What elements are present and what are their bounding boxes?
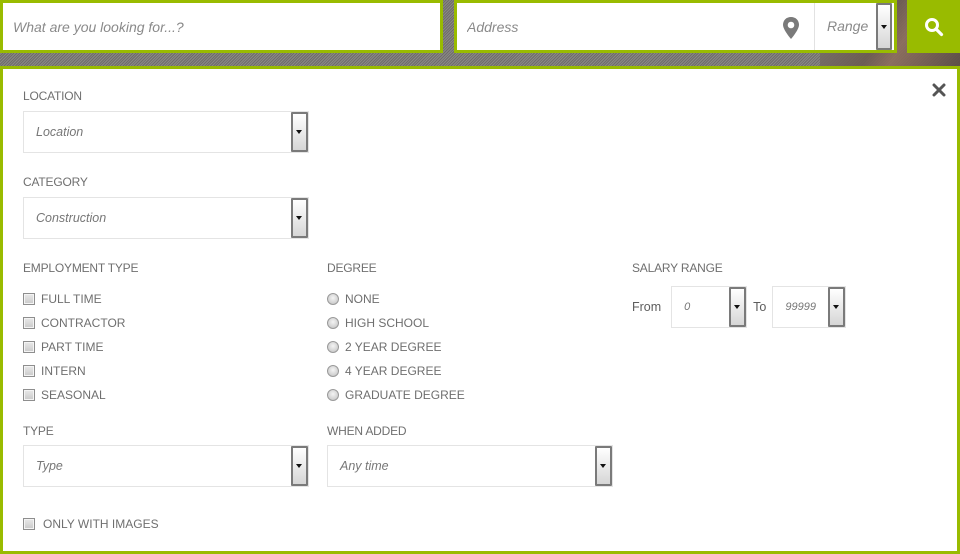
only-with-images-checkbox[interactable] — [23, 518, 35, 530]
checkbox[interactable] — [23, 389, 35, 401]
option-label: GRADUATE DEGREE — [345, 388, 465, 402]
degree-list: NONE HIGH SCHOOL 2 YEAR DEGREE 4 YEAR DE… — [327, 287, 465, 407]
radio-button[interactable] — [327, 293, 339, 305]
employment-option-contractor[interactable]: CONTRACTOR — [23, 311, 125, 335]
range-select-value: Range — [827, 18, 869, 34]
option-label: PART TIME — [41, 340, 104, 354]
degree-option-2-year[interactable]: 2 YEAR DEGREE — [327, 335, 465, 359]
map-pin-icon[interactable] — [782, 17, 800, 39]
location-select-value: Location — [36, 125, 84, 139]
employment-type-label: EMPLOYMENT TYPE — [23, 261, 139, 275]
employment-option-intern[interactable]: INTERN — [23, 359, 125, 383]
only-with-images-option[interactable]: ONLY WITH IMAGES — [23, 512, 159, 536]
address-input-wrapper[interactable] — [457, 3, 814, 50]
address-input[interactable] — [457, 3, 814, 50]
keyword-search-field[interactable] — [0, 0, 443, 53]
option-label: FULL TIME — [41, 292, 102, 306]
option-label: HIGH SCHOOL — [345, 316, 430, 330]
option-label: CONTRACTOR — [41, 316, 126, 330]
search-icon — [924, 17, 943, 36]
salary-from-select[interactable]: 0 — [671, 286, 748, 328]
option-label: 4 YEAR DEGREE — [345, 364, 442, 378]
type-select-value: Type — [36, 459, 63, 473]
salary-from-dropdown-button[interactable] — [729, 287, 747, 327]
degree-option-none[interactable]: NONE — [327, 287, 465, 311]
only-with-images-label: ONLY WITH IMAGES — [43, 517, 159, 531]
salary-to-label: To — [753, 300, 767, 314]
category-dropdown-button[interactable] — [291, 198, 308, 238]
type-select[interactable]: Type — [23, 445, 309, 487]
radio-button[interactable] — [327, 389, 339, 401]
employment-option-full-time[interactable]: FULL TIME — [23, 287, 125, 311]
salary-to-value: 99999 — [785, 301, 816, 313]
salary-to-select[interactable]: 99999 — [772, 286, 847, 328]
option-label: NONE — [345, 292, 380, 306]
type-dropdown-button[interactable] — [291, 446, 308, 486]
degree-label: DEGREE — [327, 261, 377, 275]
checkbox[interactable] — [23, 365, 35, 377]
salary-to-dropdown-button[interactable] — [828, 287, 846, 327]
degree-option-4-year[interactable]: 4 YEAR DEGREE — [327, 359, 465, 383]
location-dropdown-button[interactable] — [291, 112, 308, 152]
when-added-label: WHEN ADDED — [327, 424, 407, 438]
salary-from-label: From — [632, 300, 662, 314]
radio-button[interactable] — [327, 341, 339, 353]
when-added-select-value: Any time — [340, 459, 389, 473]
employment-option-seasonal[interactable]: SEASONAL — [23, 383, 125, 407]
radio-button[interactable] — [327, 365, 339, 377]
salary-from-value: 0 — [684, 301, 691, 313]
option-label: INTERN — [41, 364, 86, 378]
checkbox[interactable] — [23, 293, 35, 305]
search-bar: Range — [0, 0, 960, 66]
checkbox[interactable] — [23, 341, 35, 353]
when-added-dropdown-button[interactable] — [595, 446, 612, 486]
location-label: LOCATION — [23, 89, 82, 103]
location-select[interactable]: Location — [23, 111, 309, 153]
type-label: TYPE — [23, 424, 54, 438]
degree-option-graduate[interactable]: GRADUATE DEGREE — [327, 383, 465, 407]
close-icon[interactable] — [932, 83, 946, 97]
radio-button[interactable] — [327, 317, 339, 329]
salary-range-label: SALARY RANGE — [632, 261, 723, 275]
option-label: SEASONAL — [41, 388, 106, 402]
when-added-select[interactable]: Any time — [327, 445, 613, 487]
range-dropdown-button[interactable] — [876, 3, 892, 50]
keyword-search-input[interactable] — [3, 3, 440, 50]
category-select[interactable]: Construction — [23, 197, 309, 239]
degree-option-high-school[interactable]: HIGH SCHOOL — [327, 311, 465, 335]
range-select[interactable]: Range — [814, 3, 894, 50]
category-select-value: Construction — [36, 211, 107, 225]
salary-range-controls: From 0 To 99999 — [632, 286, 847, 328]
search-button[interactable] — [907, 0, 960, 53]
checkbox[interactable] — [23, 317, 35, 329]
employment-type-list: FULL TIME CONTRACTOR PART TIME INTERN SE… — [23, 287, 125, 407]
category-label: CATEGORY — [23, 175, 88, 189]
address-field: Range — [454, 0, 897, 53]
advanced-filter-panel: LOCATION Location CATEGORY Construction … — [0, 66, 960, 554]
employment-option-part-time[interactable]: PART TIME — [23, 335, 125, 359]
option-label: 2 YEAR DEGREE — [345, 340, 442, 354]
